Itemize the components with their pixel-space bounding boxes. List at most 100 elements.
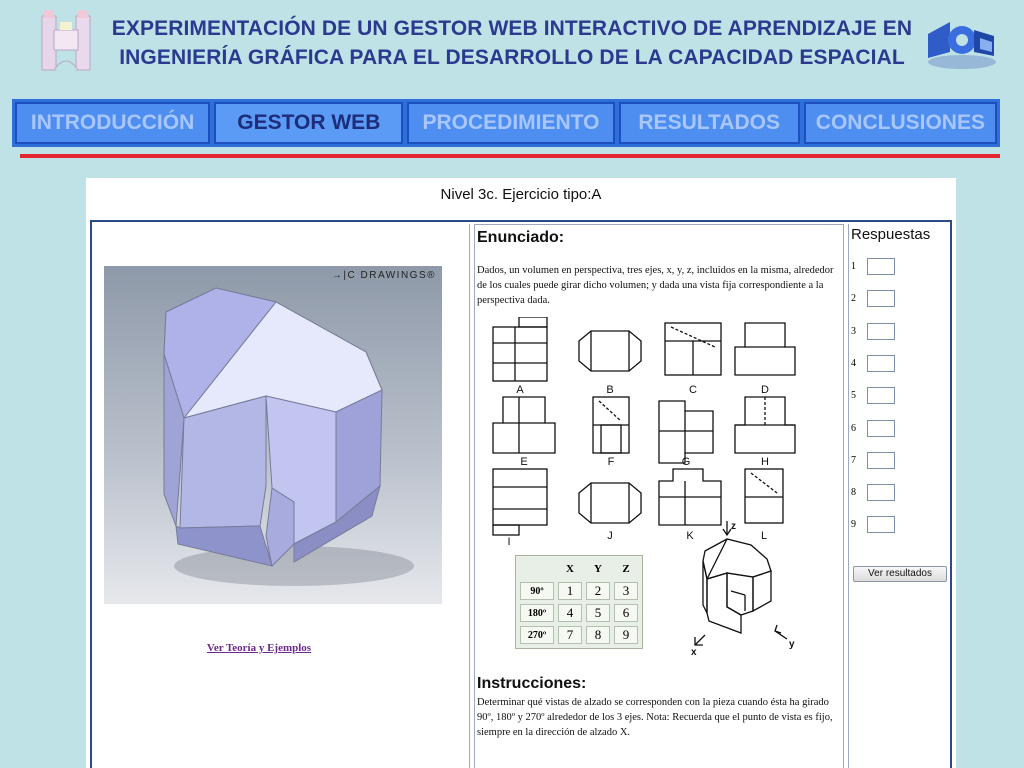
axis-label-y: y: [789, 639, 795, 650]
nav-tab-conclusiones[interactable]: CONCLUSIONES: [803, 102, 997, 144]
row-label: 270º: [520, 626, 554, 644]
answer-number: 2: [851, 293, 856, 304]
answer-input-6[interactable]: [867, 420, 895, 437]
answer-input-7[interactable]: [867, 452, 895, 469]
model-viewer[interactable]: →|C DRAWINGS®: [104, 266, 442, 604]
instrucciones-text: Determinar qué vistas de alzado se corre…: [477, 697, 833, 738]
enunciado-heading: Enunciado:: [477, 229, 565, 246]
table-corner: [520, 560, 554, 578]
answer-row: 6: [851, 420, 895, 437]
answers-column: Respuestas 1 2 3 4 5 6 7 8 9 Ver resulta…: [848, 224, 948, 768]
instrucciones-heading: Instrucciones:: [477, 675, 587, 692]
title-line-1: EXPERIMENTACIÓN DE UN GESTOR WEB INTERAC…: [111, 17, 913, 40]
exercise-frame: →|C DRAWINGS® Ver Teoría y Ejemplos Enun…: [90, 220, 952, 768]
view-f-drawing: [592, 396, 630, 454]
answer-input-1[interactable]: [867, 258, 895, 275]
answer-input-4[interactable]: [867, 355, 895, 372]
answer-input-2[interactable]: [867, 290, 895, 307]
view-b-drawing: [578, 330, 642, 372]
view-label-a: A: [516, 384, 524, 396]
view-c-drawing: [664, 322, 722, 376]
nav-tab-gestor-web[interactable]: GESTOR WEB: [214, 102, 404, 144]
view-label-h: H: [761, 456, 769, 468]
answer-number: 9: [851, 519, 856, 530]
answers-title: Respuestas: [851, 226, 931, 243]
answer-input-9[interactable]: [867, 516, 895, 533]
answer-number: 7: [851, 455, 856, 466]
answer-row: 8: [851, 484, 895, 501]
view-a-drawing: [492, 317, 548, 382]
table-header-y: Y: [586, 560, 610, 578]
axis-label-z: z: [731, 521, 736, 532]
view-label-c: C: [689, 384, 697, 396]
exercise-panel: Nivel 3c. Ejercicio tipo:A →|C DRAWINGS®: [86, 178, 956, 768]
table-cell: 1: [558, 582, 582, 600]
answer-number: 3: [851, 326, 856, 337]
answer-row: 4: [851, 355, 895, 372]
table-row: 270º 7 8 9: [520, 626, 638, 644]
view-results-button[interactable]: Ver resultados: [853, 566, 947, 582]
table-cell: 8: [586, 626, 610, 644]
rotation-table: X Y Z 90º 1 2 3 180º 4 5 6 270º 7 8 9: [515, 555, 643, 649]
row-label: 180º: [520, 604, 554, 622]
model-column: →|C DRAWINGS® Ver Teoría y Ejemplos: [94, 224, 470, 768]
table-cell: 2: [586, 582, 610, 600]
answer-row: 3: [851, 323, 895, 340]
view-l-drawing: [744, 468, 784, 524]
title-line-2: INGENIERÍA GRÁFICA PARA EL DESARROLLO DE…: [119, 46, 905, 69]
view-label-g: G: [682, 456, 691, 468]
answer-row: 9: [851, 516, 895, 533]
answer-number: 6: [851, 423, 856, 434]
answer-row: 7: [851, 452, 895, 469]
axis-label-x: x: [691, 647, 697, 657]
solidworks-brand-prefix: →|C: [331, 270, 357, 281]
separator-line: [20, 154, 1000, 158]
main-nav: INTRODUCCIÓN GESTOR WEB PROCEDIMIENTO RE…: [12, 99, 1000, 147]
view-d-drawing: [734, 322, 796, 376]
table-cell: 3: [614, 582, 638, 600]
answer-row: 5: [851, 387, 895, 404]
table-row: 180º 4 5 6: [520, 604, 638, 622]
answer-number: 8: [851, 487, 856, 498]
elevation-views-grid: A B C D E F G H I J K L: [492, 317, 796, 547]
nav-tab-resultados[interactable]: RESULTADOS: [618, 102, 800, 144]
view-i-drawing: [492, 468, 548, 536]
answer-number: 4: [851, 358, 856, 369]
table-cell: 4: [558, 604, 582, 622]
solidworks-brand-label: DRAWINGS®: [360, 270, 436, 281]
answer-input-8[interactable]: [867, 484, 895, 501]
view-label-j: J: [607, 530, 613, 542]
view-h-drawing: [734, 396, 796, 454]
university-logo-icon: [41, 10, 91, 71]
enunciado-text: Dados, un volumen en perspectiva, tres e…: [477, 265, 834, 306]
view-label-e: E: [520, 456, 527, 468]
answer-row: 1: [851, 258, 895, 275]
exercise-title: Nivel 3c. Ejercicio tipo:A: [440, 186, 602, 203]
answer-number: 1: [851, 261, 856, 272]
statement-column: Enunciado: Dados, un volumen en perspect…: [474, 224, 844, 768]
view-e-drawing: [492, 396, 556, 454]
answer-input-5[interactable]: [867, 387, 895, 404]
view-g-drawing: [658, 400, 714, 464]
nav-tab-procedimiento[interactable]: PROCEDIMIENTO: [407, 102, 615, 144]
table-cell: 5: [586, 604, 610, 622]
view-label-d: D: [761, 384, 769, 396]
project-logo-icon: [928, 22, 996, 69]
nav-tab-introduccion[interactable]: INTRODUCCIÓN: [15, 102, 211, 144]
isometric-model-image: [163, 287, 414, 586]
table-cell: 9: [614, 626, 638, 644]
table-row: 90º 1 2 3: [520, 582, 638, 600]
page-title: EXPERIMENTACIÓN DE UN GESTOR WEB INTERAC…: [108, 14, 916, 72]
answer-row: 2: [851, 290, 895, 307]
view-label-b: B: [606, 384, 613, 396]
answer-number: 5: [851, 390, 856, 401]
table-header-z: Z: [614, 560, 638, 578]
table-cell: 7: [558, 626, 582, 644]
view-label-i: I: [507, 536, 510, 547]
view-k-drawing: [658, 468, 722, 526]
answer-input-3[interactable]: [867, 323, 895, 340]
table-cell: 6: [614, 604, 638, 622]
solidworks-brand: →|C DRAWINGS®: [332, 270, 436, 281]
row-label: 90º: [520, 582, 554, 600]
theory-link[interactable]: Ver Teoría y Ejemplos: [94, 642, 424, 654]
